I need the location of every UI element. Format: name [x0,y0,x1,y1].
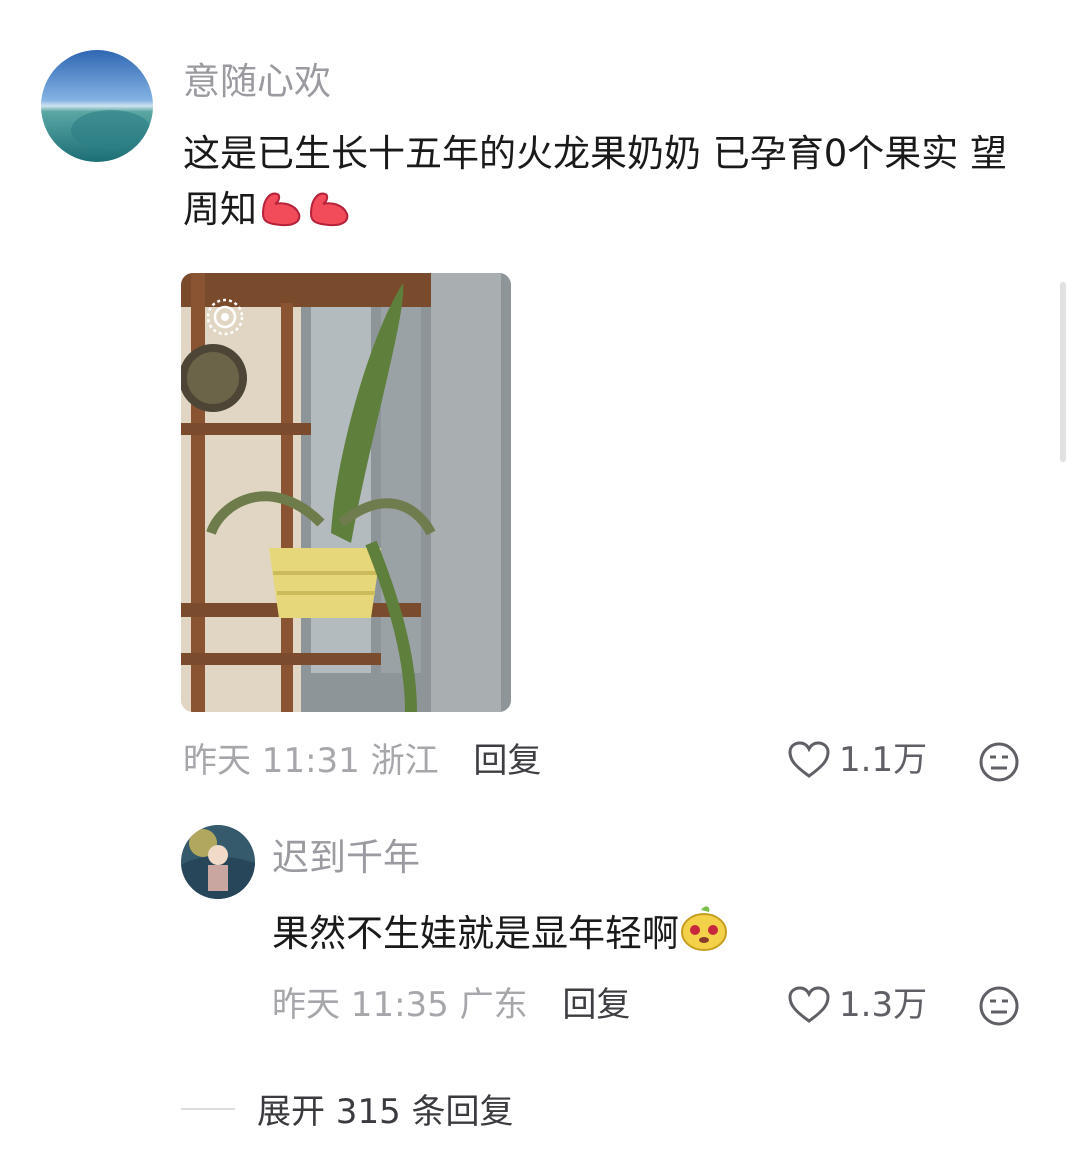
commenter-avatar[interactable] [41,50,153,162]
reply-text: 果然不生娃就是显年轻啊 [272,902,729,968]
reply-like-button[interactable]: 1.3万 [787,985,927,1025]
live-photo-icon[interactable] [205,297,245,337]
heart-outline-icon [788,741,830,778]
comment-meta: 昨天 11:31 浙江 回复 [183,744,541,778]
plant-photo-image [181,273,511,712]
reply-time: 昨天 11:35 [272,985,449,1025]
comment-text: 这是已生长十五年的火龙果奶奶 已孕育0个果实 望周知 [183,126,1023,244]
expand-replies-label: 展开 315 条回复 [257,1092,514,1132]
reply-text-body: 果然不生娃就是显年轻啊 [272,912,679,955]
scrollbar[interactable] [1060,282,1066,462]
comment-like-button[interactable]: 1.1万 [787,740,927,780]
reply-meta: 昨天 11:35 广东 回复 [272,988,630,1022]
reply-location: 广东 [459,985,528,1025]
avatar-image [41,50,153,162]
divider-line [181,1107,235,1110]
neutral-face-icon [979,742,1019,782]
reply-username[interactable]: 迟到千年 [272,839,420,876]
reply-avatar[interactable] [181,825,255,899]
neutral-face-icon [979,986,1019,1026]
commenter-username[interactable]: 意随心欢 [183,63,331,100]
reply-reply-button[interactable]: 回复 [562,985,630,1025]
comment-like-count: 1.1万 [839,740,928,780]
comment-time: 昨天 11:31 [183,741,360,781]
reply-like-count: 1.3万 [839,985,928,1025]
expand-replies-button[interactable]: 展开 315 条回复 [181,1084,514,1133]
flexed-biceps-emoji [305,184,353,244]
flexed-biceps-emoji [257,184,305,244]
cute-face-emoji [679,902,729,968]
comment-photo[interactable] [181,273,511,712]
comment-dislike-button[interactable] [977,740,1021,784]
reply-dislike-button[interactable] [977,984,1021,1028]
avatar-image [181,825,255,899]
heart-outline-icon [788,986,830,1023]
comment-reply-button[interactable]: 回复 [473,741,541,781]
comment-location: 浙江 [370,741,439,781]
